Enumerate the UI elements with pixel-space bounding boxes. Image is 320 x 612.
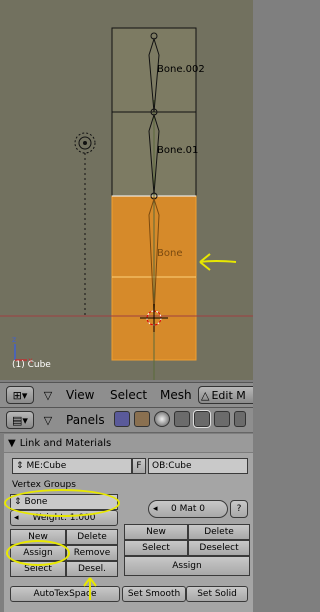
buttons-window-header: ▤▾ ▽ Panels xyxy=(0,408,253,433)
annotation-circle-assign xyxy=(6,540,70,566)
collapse-menu-button[interactable]: ▽ xyxy=(40,386,56,404)
vertex-group-remove-button[interactable]: Remove xyxy=(66,545,118,561)
vertex-group-delete-button[interactable]: Delete xyxy=(66,529,118,545)
material-select-button[interactable]: Select xyxy=(124,540,188,556)
object-context-icon[interactable] xyxy=(174,411,190,427)
set-solid-button[interactable]: Set Solid xyxy=(186,586,248,602)
mode-icon: △ xyxy=(201,388,210,402)
mode-label: Edit M xyxy=(211,388,246,402)
bone-label-bone: Bone xyxy=(157,248,183,259)
bone-label-002: Bone.002 xyxy=(157,64,205,75)
panels-label[interactable]: Panels xyxy=(66,413,105,427)
triangle-down-icon: ▽ xyxy=(43,388,53,402)
triangle-down-icon: ▽ xyxy=(43,413,53,427)
annotation-arrow xyxy=(199,253,237,271)
world-context-icon[interactable] xyxy=(234,411,246,427)
menu-mesh[interactable]: Mesh xyxy=(160,388,192,402)
link-and-materials-panel: ▼ Link and Materials ⇕ ME:Cube F OB:Cube … xyxy=(4,434,253,612)
fake-user-button[interactable]: F xyxy=(132,458,146,474)
object-label: (1) Cube xyxy=(12,360,51,370)
material-new-button[interactable]: New xyxy=(124,524,188,540)
arrow-left-icon: ◂ xyxy=(153,504,158,514)
menu-view[interactable]: View xyxy=(66,388,94,402)
svg-text:z: z xyxy=(12,335,16,344)
set-smooth-button[interactable]: Set Smooth xyxy=(122,586,186,602)
material-help-button[interactable]: ? xyxy=(230,500,248,518)
script-context-icon[interactable] xyxy=(134,411,150,427)
buttons-window-icon: ▤▾ xyxy=(12,413,28,427)
collapse-triangle-icon[interactable]: ▼ xyxy=(8,438,16,449)
material-index-field[interactable]: ◂ 0 Mat 0 xyxy=(148,500,228,518)
grid-icon: ⊞▾ xyxy=(12,388,28,402)
logic-context-icon[interactable] xyxy=(114,411,130,427)
material-deselect-button[interactable]: Deselect xyxy=(188,540,250,556)
panel-title: Link and Materials xyxy=(19,437,112,449)
mode-selector[interactable]: △ Edit M xyxy=(198,386,253,404)
editing-context-icon[interactable] xyxy=(193,410,211,428)
material-index-value: 0 Mat 0 xyxy=(171,504,205,514)
3d-view-header: ⊞▾ ▽ View Select Mesh △ Edit M xyxy=(0,382,253,408)
lamp-object[interactable] xyxy=(74,132,96,318)
shading-context-icon[interactable] xyxy=(154,411,170,427)
annotation-arrow-up xyxy=(83,577,97,600)
object-name-field[interactable]: OB:Cube xyxy=(148,458,248,474)
editor-type-button-2[interactable]: ▤▾ xyxy=(6,411,34,429)
annotation-circle-vertex-group xyxy=(4,489,120,517)
browse-icon[interactable]: ⇕ xyxy=(16,461,24,471)
editor-type-button[interactable]: ⊞▾ xyxy=(6,386,34,404)
autotexspace-toggle[interactable]: AutoTexSpace xyxy=(10,586,120,602)
collapse-menu-button-2[interactable]: ▽ xyxy=(40,411,56,429)
bone-label-001: Bone.01 xyxy=(157,145,199,156)
material-assign-button[interactable]: Assign xyxy=(124,556,250,576)
panel-title-bar[interactable]: ▼ Link and Materials xyxy=(4,434,253,453)
3d-viewport[interactable]: z x Bone.002 Bone.01 Bone (1) Cube xyxy=(0,0,253,380)
mesh-name: ME:Cube xyxy=(26,461,67,471)
viewport-canvas[interactable]: z x xyxy=(0,0,253,380)
material-delete-button[interactable]: Delete xyxy=(188,524,250,540)
scene-context-icon[interactable] xyxy=(214,411,230,427)
arrow-left-icon: ◂ xyxy=(14,513,19,523)
menu-select[interactable]: Select xyxy=(110,388,147,402)
mesh-datablock-field[interactable]: ⇕ ME:Cube xyxy=(12,458,132,474)
